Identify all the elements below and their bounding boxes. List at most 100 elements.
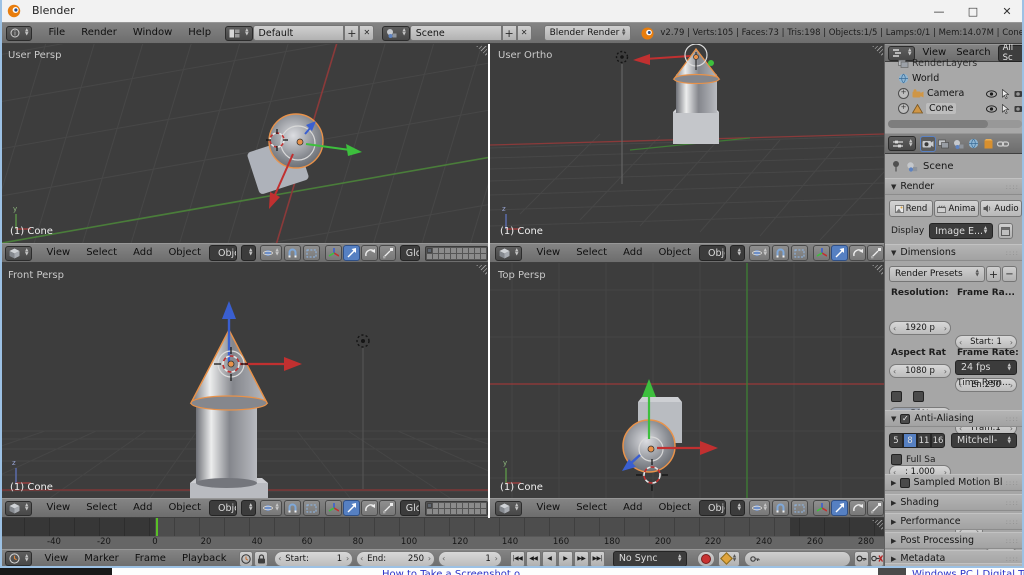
- editor-type-button-info[interactable]: i: [6, 25, 33, 41]
- frame-rate-select[interactable]: 24 fps: [955, 360, 1017, 375]
- new-window-button[interactable]: [998, 223, 1014, 239]
- panel-header-performance[interactable]: ▶ Performance: [885, 513, 1024, 530]
- panel-header-post-processing[interactable]: ▶ Post Processing: [885, 532, 1024, 549]
- animation-button[interactable]: Anima: [934, 200, 979, 217]
- panel-header-render[interactable]: ▼ Render: [885, 178, 1024, 195]
- manipulator-translate-button[interactable]: [342, 500, 360, 516]
- editor-type-button-3dview[interactable]: [495, 500, 523, 516]
- editor-type-button-properties[interactable]: [888, 136, 917, 151]
- viewport-shading-select[interactable]: [241, 500, 257, 516]
- editor-type-button-timeline[interactable]: [5, 551, 33, 566]
- auto-keyframe-record-button[interactable]: [697, 550, 715, 567]
- menu-select[interactable]: Select: [78, 243, 125, 263]
- aa-samples-5[interactable]: 5: [889, 433, 903, 448]
- panel-header-sampled-motion-blur[interactable]: ▶ Sampled Motion Blur: [885, 474, 1024, 491]
- manipulator-translate-button[interactable]: [831, 500, 848, 516]
- resolution-y-field[interactable]: 1080 p: [889, 364, 951, 378]
- mode-select[interactable]: Object Mode: [699, 245, 726, 261]
- keying-set-field[interactable]: [744, 550, 852, 567]
- outliner-item-camera[interactable]: + Camera: [898, 86, 1024, 101]
- viewport-user-ortho[interactable]: z: [490, 44, 884, 243]
- render-presets-select[interactable]: Render Presets: [889, 266, 985, 282]
- editor-type-button-3dview[interactable]: [495, 245, 523, 261]
- menu-object[interactable]: Object: [650, 498, 699, 518]
- transform-orientation-select[interactable]: Global: [399, 500, 420, 516]
- viewport-shading-select[interactable]: [729, 500, 745, 516]
- snap-element-button[interactable]: [302, 245, 320, 261]
- end-frame-field[interactable]: End:250: [356, 550, 436, 567]
- remove-preset-button[interactable]: −: [1002, 266, 1017, 282]
- close-layout-button[interactable]: [359, 25, 375, 41]
- menu-add[interactable]: Add: [615, 498, 650, 518]
- close-button[interactable]: ✕: [990, 0, 1024, 22]
- mode-select[interactable]: Object Mode: [209, 245, 238, 261]
- current-frame-playhead[interactable]: [156, 518, 158, 536]
- manipulator-rotate-button[interactable]: [360, 245, 378, 261]
- panel-drag-dots-icon[interactable]: [1006, 555, 1019, 563]
- play-reverse-button[interactable]: ◀: [541, 550, 557, 567]
- outliner-item-cone[interactable]: + Cone: [898, 101, 1024, 116]
- expand-icon[interactable]: +: [898, 88, 909, 99]
- lock-button[interactable]: [253, 550, 269, 567]
- tab-render[interactable]: [921, 136, 936, 151]
- snap-button[interactable]: [772, 245, 789, 261]
- play-button[interactable]: ▶: [557, 550, 573, 567]
- selectability-cursor-icon[interactable]: [1001, 103, 1010, 114]
- menu-select[interactable]: Select: [568, 243, 615, 263]
- expand-icon[interactable]: +: [898, 103, 909, 114]
- snap-element-button[interactable]: [791, 245, 808, 261]
- tab-render-layers[interactable]: [936, 137, 950, 151]
- menu-view[interactable]: View: [528, 498, 568, 518]
- display-select[interactable]: Image E...: [929, 223, 994, 239]
- screen-layout-icon-button[interactable]: [225, 25, 253, 41]
- viewport-user-persp[interactable]: y: [0, 44, 488, 243]
- menu-help[interactable]: Help: [180, 23, 219, 43]
- preview-range-button[interactable]: [238, 550, 253, 567]
- visibility-eye-icon[interactable]: [986, 104, 997, 113]
- menu-render[interactable]: Render: [73, 23, 125, 43]
- panel-header-anti-aliasing[interactable]: ▼ ✓ Anti-Aliasing: [885, 410, 1024, 427]
- panel-drag-dots-icon[interactable]: [1006, 415, 1019, 423]
- background-link-text[interactable]: How to Take a Screenshot o: [382, 569, 520, 575]
- delete-keyframe-button[interactable]: [869, 550, 884, 567]
- close-scene-button[interactable]: [516, 25, 532, 41]
- mode-select[interactable]: Object Mode: [209, 500, 238, 516]
- manipulator-translate-button[interactable]: [342, 245, 360, 261]
- aa-samples-16[interactable]: 16: [931, 433, 945, 448]
- border-checkbox[interactable]: [891, 391, 902, 402]
- pivot-select[interactable]: [748, 245, 770, 261]
- snap-button[interactable]: [283, 245, 301, 261]
- scene-name[interactable]: Scene: [409, 25, 502, 41]
- manipulator-rotate-button[interactable]: [849, 500, 866, 516]
- panel-drag-dots-icon[interactable]: [1006, 249, 1019, 257]
- pivot-select[interactable]: [260, 500, 282, 516]
- pivot-select[interactable]: [260, 245, 282, 261]
- manipulator-axis-button[interactable]: [813, 245, 830, 261]
- manipulator-rotate-button[interactable]: [360, 500, 378, 516]
- jump-to-start-button[interactable]: |◀◀: [509, 550, 525, 567]
- aa-filter-select[interactable]: Mitchell-: [951, 433, 1017, 448]
- manipulator-axis-button[interactable]: [324, 245, 342, 261]
- editor-type-button-3dview[interactable]: [5, 245, 33, 261]
- previous-keyframe-button[interactable]: ◀◀: [525, 550, 541, 567]
- minimize-button[interactable]: —: [922, 0, 956, 22]
- snap-element-button[interactable]: [791, 500, 808, 516]
- outliner-scrollbar[interactable]: [888, 120, 1022, 128]
- jump-to-end-button[interactable]: ▶▶|: [589, 550, 605, 567]
- menu-add[interactable]: Add: [615, 243, 650, 263]
- viewport-shading-select[interactable]: [729, 245, 745, 261]
- motion-blur-checkbox[interactable]: [900, 477, 910, 488]
- current-frame-field[interactable]: 1: [438, 550, 502, 567]
- keyframe-type-select[interactable]: [717, 550, 741, 567]
- scene-icon-button[interactable]: [382, 25, 410, 41]
- menu-view[interactable]: View: [38, 498, 78, 518]
- mode-select[interactable]: Object Mode: [699, 500, 726, 516]
- manipulator-axis-button[interactable]: [813, 500, 830, 516]
- manipulator-scale-button[interactable]: [378, 500, 396, 516]
- panel-drag-dots-icon[interactable]: [1006, 518, 1019, 526]
- scrollbar-thumb[interactable]: [888, 120, 988, 128]
- manipulator-scale-button[interactable]: [378, 245, 396, 261]
- render-button[interactable]: Rend: [889, 200, 933, 217]
- audio-button[interactable]: Audio: [980, 200, 1022, 217]
- add-layout-button[interactable]: [344, 25, 360, 41]
